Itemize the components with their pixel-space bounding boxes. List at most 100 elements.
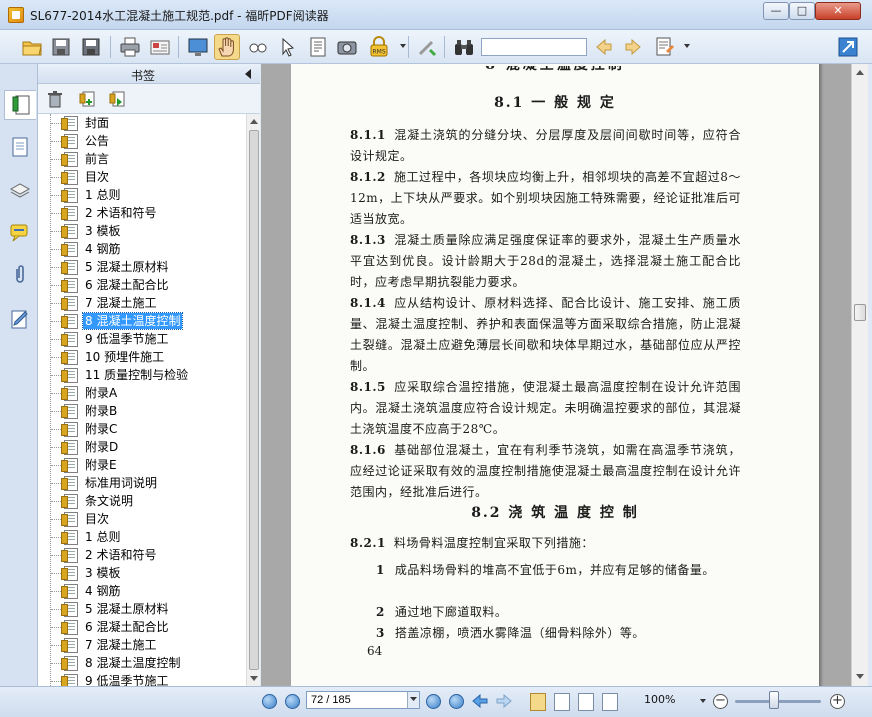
find-input[interactable] <box>481 38 587 56</box>
signatures-tab-icon[interactable] <box>9 308 31 330</box>
bookmark-page-icon <box>61 403 78 419</box>
bookmark-item[interactable]: 10 预埋件施工 <box>46 348 166 366</box>
bookmark-item[interactable]: 4 钢筋 <box>46 582 122 600</box>
attachments-tab-icon[interactable] <box>9 264 31 286</box>
add-child-bookmark-icon[interactable] <box>108 90 126 108</box>
find-next-icon[interactable] <box>620 34 646 60</box>
bookmark-page-icon <box>61 205 78 221</box>
pages-tab-icon[interactable] <box>9 136 31 158</box>
collapse-panel-icon[interactable] <box>245 69 251 79</box>
rms-dropdown-arrow[interactable] <box>400 44 406 48</box>
bookmark-item[interactable]: 2 术语和符号 <box>46 546 158 564</box>
last-page-icon[interactable] <box>449 694 464 709</box>
document-scroll-thumb[interactable] <box>854 304 866 321</box>
zoom-in-button[interactable]: + <box>830 694 845 709</box>
tree-connector <box>51 140 61 142</box>
bookmark-item[interactable]: 5 混凝土原材料 <box>46 600 170 618</box>
layers-tab-icon[interactable] <box>9 178 31 200</box>
bookmark-item[interactable]: 前言 <box>46 150 111 168</box>
bookmark-item[interactable]: 附录C <box>46 420 119 438</box>
fullscreen-icon[interactable] <box>185 34 211 60</box>
bookmark-page-icon <box>61 655 78 671</box>
rms-lock-icon[interactable]: RMS <box>366 34 392 60</box>
previous-page-icon[interactable] <box>285 694 300 709</box>
bookmark-item[interactable]: 9 低温季节施工 <box>46 672 170 686</box>
paragraph: 8.1.4 应从结构设计、原材料选择、配合比设计、施工安排、施工质量、混凝土温度控… <box>350 293 741 377</box>
facing-view-icon[interactable] <box>578 693 594 711</box>
highlight-dropdown-arrow[interactable] <box>684 44 690 48</box>
bookmark-item[interactable]: 3 模板 <box>46 222 122 240</box>
bookmarks-scrollbar[interactable] <box>246 114 260 686</box>
bookmark-item[interactable]: 5 混凝土原材料 <box>46 258 170 276</box>
bookmark-item[interactable]: 4 钢筋 <box>46 240 122 258</box>
bookmark-item[interactable]: 封面 <box>46 114 111 132</box>
bookmark-item[interactable]: 附录A <box>46 384 119 402</box>
bookmark-item[interactable]: 条文说明 <box>46 492 135 510</box>
bookmark-item[interactable]: 公告 <box>46 132 111 150</box>
find-prev-icon[interactable] <box>591 34 617 60</box>
expand-icon[interactable] <box>835 34 861 60</box>
next-page-icon[interactable] <box>426 694 441 709</box>
bookmark-item[interactable]: 2 术语和符号 <box>46 204 158 222</box>
save-icon[interactable] <box>48 34 74 60</box>
document-view[interactable]: 8 混凝土温度控制 8.1 一 般 规 定 8.1.1 混凝土浇筑的分缝分块、分层… <box>261 64 851 686</box>
print-icon[interactable] <box>117 34 143 60</box>
text-select-icon[interactable] <box>305 34 331 60</box>
bookmark-item[interactable]: 8 混凝土温度控制 <box>46 312 184 330</box>
bookmark-item[interactable]: 附录E <box>46 456 119 474</box>
bookmarks-tab-icon[interactable] <box>4 90 36 120</box>
page-number-input[interactable] <box>306 691 420 709</box>
bookmark-item[interactable]: 9 低温季节施工 <box>46 330 170 348</box>
bookmark-item[interactable]: 6 混凝土配合比 <box>46 618 170 636</box>
go-back-icon[interactable] <box>472 694 488 708</box>
minimize-button[interactable]: — <box>763 2 789 20</box>
continuous-facing-view-icon[interactable] <box>602 693 618 711</box>
zoom-dropdown-arrow[interactable] <box>700 699 706 703</box>
zoom-level[interactable]: 100% <box>644 693 675 706</box>
open-folder-icon[interactable] <box>19 34 45 60</box>
first-page-icon[interactable] <box>262 694 277 709</box>
save-as-icon[interactable] <box>78 34 104 60</box>
page-dropdown-icon[interactable] <box>407 692 419 708</box>
highlight-icon[interactable] <box>652 34 678 60</box>
tree-connector <box>51 590 61 592</box>
go-forward-icon[interactable] <box>496 694 512 708</box>
bookmark-item[interactable]: 附录D <box>46 438 120 456</box>
bookmark-item[interactable]: 附录B <box>46 402 119 420</box>
scroll-down-arrow[interactable] <box>250 676 258 681</box>
add-bookmark-icon[interactable] <box>78 90 96 108</box>
scroll-up-arrow[interactable] <box>856 70 864 75</box>
zoom-slider-knob[interactable] <box>768 691 779 709</box>
close-button[interactable]: ✕ <box>815 2 861 20</box>
comments-tab-icon[interactable] <box>9 222 31 244</box>
single-page-view-icon[interactable] <box>530 693 546 711</box>
scroll-up-arrow[interactable] <box>250 119 258 124</box>
delete-bookmark-icon[interactable] <box>46 90 64 108</box>
bookmark-item[interactable]: 目次 <box>46 510 111 528</box>
bookmark-item[interactable]: 1 总则 <box>46 186 122 204</box>
hand-tool-icon[interactable] <box>214 34 240 60</box>
bookmarks-scroll-thumb[interactable] <box>249 130 259 670</box>
snapshot-icon[interactable] <box>334 34 360 60</box>
bookmark-item[interactable]: 1 总则 <box>46 528 122 546</box>
maximize-button[interactable]: □ <box>789 2 815 20</box>
bookmark-item[interactable]: 目次 <box>46 168 111 186</box>
bookmark-item[interactable]: 7 混凝土施工 <box>46 294 158 312</box>
binoculars-icon[interactable] <box>451 34 477 60</box>
bookmark-item[interactable]: 11 质量控制与检验 <box>46 366 190 384</box>
zoom-out-button[interactable]: − <box>713 694 728 709</box>
email-icon[interactable] <box>147 34 173 60</box>
continuous-view-icon[interactable] <box>554 693 570 711</box>
bookmark-item[interactable]: 6 混凝土配合比 <box>46 276 170 294</box>
tree-connector <box>51 626 61 628</box>
select-arrow-icon[interactable] <box>275 34 301 60</box>
bookmark-item[interactable]: 标准用词说明 <box>46 474 159 492</box>
bookmark-item[interactable]: 8 混凝土温度控制 <box>46 654 182 672</box>
zoom-tool-icon[interactable] <box>245 34 271 60</box>
tree-connector <box>51 158 61 160</box>
scroll-down-arrow[interactable] <box>856 674 864 679</box>
bookmark-item[interactable]: 3 模板 <box>46 564 122 582</box>
tools-icon[interactable] <box>414 34 440 60</box>
bookmark-item[interactable]: 7 混凝土施工 <box>46 636 158 654</box>
document-scrollbar[interactable] <box>851 64 868 686</box>
